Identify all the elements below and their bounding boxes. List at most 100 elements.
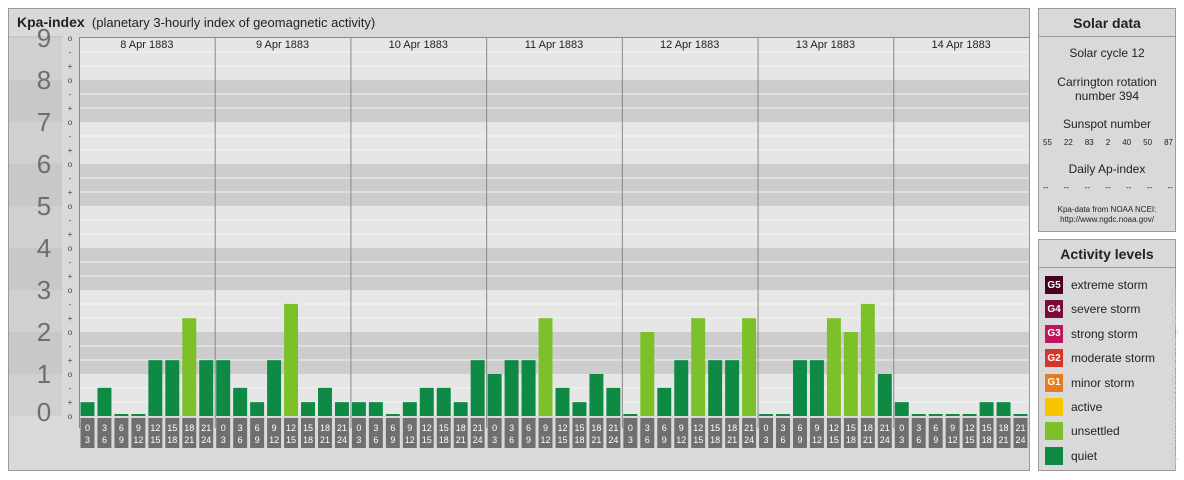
hour-end-label: 18	[982, 435, 992, 445]
hour-start-label: 12	[286, 423, 296, 433]
hour-start-label: 18	[184, 423, 194, 433]
hour-start-label: 0	[764, 423, 769, 433]
ytick-band	[9, 80, 62, 122]
minor-tick-label: -	[69, 48, 72, 57]
hour-end-label: 18	[439, 435, 449, 445]
hour-end-label: 6	[509, 435, 514, 445]
level-label: active	[1071, 400, 1103, 414]
hour-end-label: 15	[150, 435, 160, 445]
hour-start-label: 12	[693, 423, 703, 433]
kp-bar	[216, 360, 231, 416]
ytick-band	[9, 38, 62, 80]
kp-bar	[708, 360, 723, 416]
ytick-label: 5	[37, 191, 51, 221]
level-label: moderate storm	[1071, 351, 1156, 366]
ap-value-6: --	[1167, 183, 1173, 192]
hour-end-label: 21	[184, 435, 194, 445]
kp-bar	[860, 303, 875, 416]
kp-bar	[182, 318, 197, 416]
kp-bar	[945, 414, 960, 416]
hour-end-label: 12	[812, 435, 822, 445]
level-quiet: quiet	[1045, 445, 1097, 467]
hour-start-label: 6	[662, 423, 667, 433]
kp-bar	[894, 402, 909, 416]
hour-end-label: 24	[608, 435, 618, 445]
hour-start-label: 21	[608, 423, 618, 433]
hour-start-label: 15	[846, 423, 856, 433]
hour-start-label: 9	[814, 423, 819, 433]
minor-tick-label: -	[69, 216, 72, 225]
hour-start-label: 21	[201, 423, 211, 433]
minor-tick-label: o	[68, 76, 73, 85]
minor-tick-label: +	[68, 146, 73, 155]
hour-end-label: 18	[710, 435, 720, 445]
ytick-label: 0	[37, 397, 51, 427]
hour-start-label: 15	[303, 423, 313, 433]
ytick-band	[9, 332, 62, 374]
minor-tick-label: o	[68, 370, 73, 379]
minor-tick-label: -	[69, 174, 72, 183]
hour-start-label: 9	[407, 423, 412, 433]
sunspot-value-5: 50	[1143, 138, 1153, 147]
ytick-band	[9, 122, 62, 164]
level-strong-storm: G3 strong storm	[1045, 323, 1138, 345]
sunspot-value-6: 87	[1164, 138, 1173, 147]
hour-end-label: 6	[916, 435, 921, 445]
kp-bar	[606, 387, 621, 416]
kp-bar	[776, 414, 790, 416]
hour-end-label: 21	[456, 435, 466, 445]
carrington-line2: number 394	[1074, 89, 1140, 103]
watermark: http://www.tesis.lebedev.ru/en/sun_flare…	[1168, 287, 1178, 470]
level-minor-storm: G1 minor storm	[1045, 372, 1134, 394]
kp-bar	[199, 360, 214, 416]
hour-start-label: 0	[492, 423, 497, 433]
kp-bar	[572, 402, 587, 416]
hour-start-label: 9	[950, 423, 955, 433]
hour-start-label: 21	[337, 423, 347, 433]
hour-end-label: 21	[999, 435, 1009, 445]
hour-end-label: 18	[303, 435, 313, 445]
hour-end-label: 15	[829, 435, 839, 445]
hour-start-label: 15	[574, 423, 584, 433]
minor-tick-label: -	[69, 258, 72, 267]
kp-bar	[284, 303, 299, 416]
level-severe-storm: G4 severe storm	[1045, 298, 1140, 320]
hour-start-label: 9	[272, 423, 277, 433]
ytick-band	[9, 290, 62, 332]
hour-start-label: 9	[679, 423, 684, 433]
grid-band	[79, 248, 1029, 290]
ytick-label: 7	[37, 107, 51, 137]
kp-bar	[165, 360, 180, 416]
kp-bar	[521, 360, 536, 416]
minor-tick-label: -	[69, 132, 72, 141]
hour-end-label: 24	[337, 435, 347, 445]
solar-cycle: Solar cycle 12	[1069, 46, 1145, 60]
hour-end-label: 18	[574, 435, 584, 445]
hour-start-label: 6	[255, 423, 260, 433]
kp-bar	[538, 318, 553, 416]
hour-end-label: 9	[390, 435, 395, 445]
kp-bar	[148, 360, 163, 416]
ytick-label: 1	[37, 359, 51, 389]
hour-end-label: 3	[628, 435, 633, 445]
minor-tick-label: -	[69, 384, 72, 393]
kp-bar	[877, 374, 892, 416]
hour-start-label: 3	[781, 423, 786, 433]
hour-start-label: 9	[543, 423, 548, 433]
level-extreme-storm: G5 extreme storm	[1045, 274, 1148, 296]
level-swatch: G3	[1045, 324, 1063, 343]
minor-tick-label: o	[68, 34, 73, 43]
grid-band	[79, 206, 1029, 248]
hour-end-label: 3	[221, 435, 226, 445]
hour-end-label: 21	[863, 435, 873, 445]
hour-start-label: 3	[373, 423, 378, 433]
sunspot-value-0: 55	[1043, 138, 1052, 147]
grid-band	[79, 122, 1029, 164]
hour-end-label: 9	[119, 435, 124, 445]
grid-band	[79, 290, 1029, 332]
hour-end-label: 12	[269, 435, 279, 445]
ytick-band	[9, 36, 62, 38]
hour-end-label: 9	[662, 435, 667, 445]
hour-start-label: 6	[933, 423, 938, 433]
activity-levels-panel: Activity levels G5 extreme storm G4 severe …	[1038, 239, 1176, 471]
